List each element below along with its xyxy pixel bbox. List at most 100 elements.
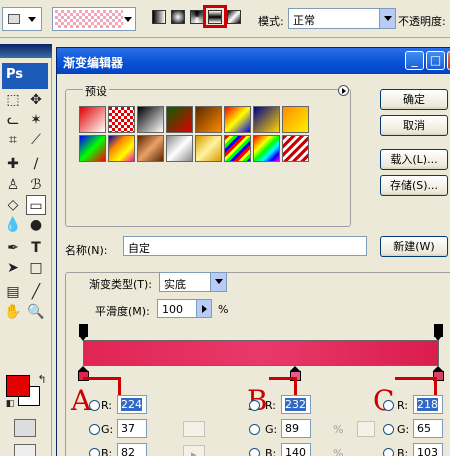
stop-a-b-field[interactable]: 82	[117, 443, 147, 456]
app-logo: Ps	[2, 63, 48, 89]
load-button[interactable]: 载入(L)...	[380, 149, 448, 170]
path-selection-tool-icon[interactable]: ➤	[3, 258, 23, 278]
preset-swatch[interactable]	[79, 106, 106, 133]
stop-c-b-field[interactable]: 103	[413, 443, 443, 456]
opacity-stop-right[interactable]	[434, 324, 443, 341]
preset-swatch[interactable]	[282, 106, 309, 133]
stop-c-r-field[interactable]: 218	[413, 395, 443, 414]
zoom-tool-icon[interactable]: 🔍	[26, 302, 46, 322]
gradient-tool-icon[interactable]: ▭	[26, 195, 46, 215]
tool-preset-picker[interactable]	[2, 7, 42, 31]
default-colors-icon[interactable]: ◧	[0, 394, 20, 414]
stop-a-g-field[interactable]: 37	[117, 419, 147, 438]
channel-radio-b[interactable]	[249, 448, 260, 456]
new-button[interactable]: 新建(W)	[380, 236, 448, 257]
diamond-gradient-icon[interactable]	[227, 10, 241, 24]
gradient-editor-dialog: 渐变编辑器 _ □ 预设 确定 取消 载入(L)... 存储(S)... 名称(…	[56, 47, 450, 456]
gradient-type-select[interactable]: 实底	[159, 272, 227, 292]
name-field[interactable]: 自定	[123, 236, 367, 256]
eyedropper-tool-icon[interactable]: ╱	[26, 282, 46, 302]
preset-swatch[interactable]	[253, 106, 280, 133]
channel-label-b: B:	[101, 447, 113, 456]
smoothness-slider-button[interactable]	[196, 299, 212, 318]
channel-label-b: B:	[265, 447, 277, 456]
preset-swatch[interactable]	[166, 106, 193, 133]
swap-colors-icon[interactable]: ↰	[32, 370, 52, 390]
smoothness-field[interactable]: 100	[157, 299, 197, 318]
annotation-letter-a: A	[71, 384, 92, 417]
channel-radio-r[interactable]	[89, 400, 100, 411]
stop-b-g-field[interactable]: 89	[281, 419, 311, 438]
slice-tool-icon[interactable]: ⟋	[26, 130, 46, 150]
crop-tool-icon[interactable]: ⌗	[3, 130, 23, 150]
disabled-field	[183, 421, 205, 437]
gradient-preview-bar[interactable]	[83, 340, 439, 366]
preset-swatch[interactable]	[195, 106, 222, 133]
gradient-picker[interactable]	[52, 7, 136, 31]
gradient-type-value: 实底	[164, 278, 186, 291]
chevron-down-icon	[379, 9, 395, 28]
presets-menu-icon[interactable]	[338, 85, 349, 96]
channel-radio-g[interactable]	[249, 424, 260, 435]
brush-tool-icon[interactable]: ∕	[26, 154, 46, 174]
maximize-button[interactable]: □	[426, 51, 445, 70]
shape-tool-icon[interactable]: □	[26, 258, 46, 278]
move-tool-icon[interactable]: ✥	[26, 90, 46, 110]
channel-radio-r[interactable]	[249, 400, 260, 411]
preset-swatch[interactable]	[108, 135, 135, 162]
cancel-button[interactable]: 取消	[380, 115, 448, 136]
preset-swatch[interactable]	[137, 106, 164, 133]
opacity-label: 不透明度:	[398, 15, 446, 28]
preset-swatch[interactable]	[108, 106, 135, 133]
marquee-tool-icon[interactable]: ⬚	[3, 90, 23, 110]
chevron-down-icon	[28, 17, 36, 22]
blur-tool-icon[interactable]: 💧	[3, 215, 23, 235]
screen-mode-button[interactable]	[14, 444, 36, 456]
preset-swatch[interactable]	[282, 135, 309, 162]
mode-select[interactable]: 正常	[288, 8, 396, 29]
foreground-color-swatch[interactable]	[6, 375, 30, 397]
channel-radio-b[interactable]	[89, 448, 100, 456]
tools-palette: Ps ⬚ ✥ ᓚ ✶ ⌗ ⟋ ✚ ∕ ♙ ℬ ◇ ▭ 💧 ● ✒ T ➤ □ ▤…	[0, 44, 52, 456]
channel-radio-b[interactable]	[383, 448, 394, 456]
angle-gradient-icon[interactable]	[190, 10, 204, 24]
options-bar: 模式: 正常 不透明度:	[0, 0, 450, 38]
healing-brush-tool-icon[interactable]: ✚	[3, 154, 23, 174]
channel-label-g: G:	[101, 423, 114, 436]
radial-gradient-icon[interactable]	[171, 10, 185, 24]
opacity-stop-left[interactable]	[79, 324, 88, 341]
stop-b-r-field[interactable]: 232	[281, 395, 311, 414]
preset-swatch[interactable]	[224, 106, 251, 133]
lasso-tool-icon[interactable]: ᓚ	[3, 110, 23, 130]
channel-label-g: G:	[397, 423, 410, 436]
history-brush-tool-icon[interactable]: ℬ	[26, 175, 46, 195]
preset-swatch[interactable]	[137, 135, 164, 162]
stop-a-r-field[interactable]: 224	[117, 395, 147, 414]
preset-swatch[interactable]	[166, 135, 193, 162]
stop-c-g-field[interactable]: 65	[413, 419, 443, 438]
channel-radio-g[interactable]	[383, 424, 394, 435]
dodge-tool-icon[interactable]: ●	[26, 215, 46, 235]
preset-swatch[interactable]	[195, 135, 222, 162]
eraser-tool-icon[interactable]: ◇	[3, 195, 23, 215]
stop-b-b-field[interactable]: 140	[281, 443, 311, 456]
ok-button[interactable]: 确定	[380, 89, 448, 110]
preset-swatch[interactable]	[253, 135, 280, 162]
channel-radio-g[interactable]	[89, 424, 100, 435]
preset-swatch[interactable]	[224, 135, 251, 162]
gradient-tool-icon	[8, 14, 20, 24]
pen-tool-icon[interactable]: ✒	[3, 238, 23, 258]
minimize-button[interactable]: _	[405, 51, 424, 70]
preset-swatch[interactable]	[79, 135, 106, 162]
magic-wand-tool-icon[interactable]: ✶	[26, 110, 46, 130]
mode-value: 正常	[293, 14, 315, 27]
channel-label-r: R:	[101, 399, 113, 412]
notes-tool-icon[interactable]: ▤	[3, 282, 23, 302]
stamp-tool-icon[interactable]: ♙	[3, 175, 23, 195]
linear-gradient-icon[interactable]	[152, 10, 166, 24]
save-button[interactable]: 存储(S)...	[380, 175, 448, 196]
type-tool-icon[interactable]: T	[26, 238, 46, 258]
quick-mask-button[interactable]	[14, 419, 36, 437]
channel-radio-r[interactable]	[383, 400, 394, 411]
hand-tool-icon[interactable]: ✋	[3, 302, 23, 322]
